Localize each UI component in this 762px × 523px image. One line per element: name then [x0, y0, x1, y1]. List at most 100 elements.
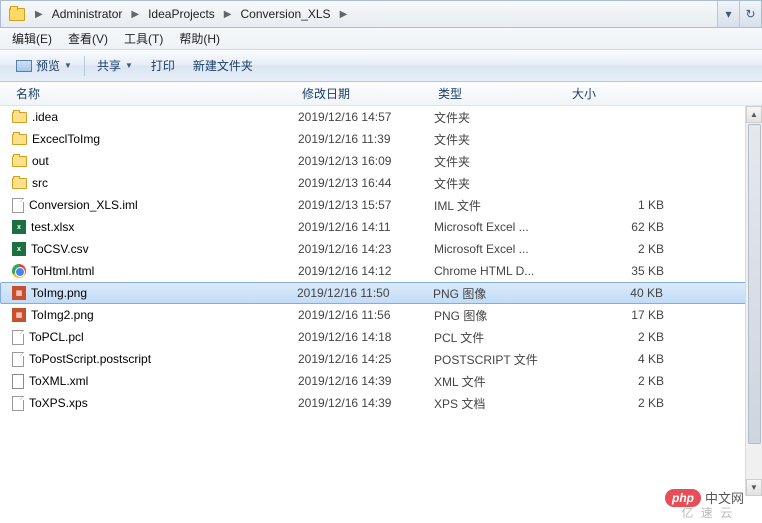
file-type-cell: XML 文件: [434, 373, 568, 390]
file-date-cell: 2019/12/16 14:25: [298, 352, 434, 366]
file-size-cell: 1 KB: [568, 198, 664, 212]
file-type-cell: Microsoft Excel ...: [434, 242, 568, 256]
file-date-cell: 2019/12/13 16:44: [298, 176, 434, 190]
file-name-cell: ToPCL.pcl: [12, 330, 298, 345]
file-type-cell: 文件夹: [434, 153, 568, 170]
chevron-right-icon[interactable]: ▶: [336, 9, 352, 20]
table-row[interactable]: Conversion_XLS.iml2019/12/13 15:57IML 文件…: [0, 194, 762, 216]
file-list[interactable]: .idea2019/12/16 14:57文件夹ExceclToImg2019/…: [0, 106, 762, 496]
folder-icon: [12, 178, 27, 189]
file-date-cell: 2019/12/16 14:11: [298, 220, 434, 234]
file-date-cell: 2019/12/16 14:23: [298, 242, 434, 256]
chevron-down-icon: ▼: [64, 61, 72, 70]
xls-icon: x: [12, 220, 26, 234]
table-row[interactable]: ToHtml.html2019/12/16 14:12Chrome HTML D…: [0, 260, 762, 282]
table-row[interactable]: .idea 2019/12/16 14:57文件夹: [0, 106, 762, 128]
file-type-cell: Microsoft Excel ...: [434, 220, 568, 234]
column-header-type[interactable]: 类型: [434, 82, 568, 105]
scroll-down-icon[interactable]: ▼: [746, 479, 762, 496]
file-name: ToPostScript.postscript: [29, 352, 151, 366]
file-name-cell: ToPostScript.postscript: [12, 352, 298, 367]
column-header-size[interactable]: 大小: [568, 82, 678, 105]
menu-view[interactable]: 查看(V): [60, 28, 116, 49]
breadcrumb-item[interactable]: Administrator: [47, 4, 128, 24]
scroll-up-icon[interactable]: ▲: [746, 106, 762, 123]
chevron-down-icon: ▼: [125, 61, 133, 70]
file-name: ToImg2.png: [31, 308, 94, 322]
file-icon: [12, 330, 24, 345]
file-name: ToHtml.html: [31, 264, 94, 278]
file-date-cell: 2019/12/16 11:50: [297, 286, 433, 300]
file-date-cell: 2019/12/13 15:57: [298, 198, 434, 212]
column-header-date[interactable]: 修改日期: [298, 82, 434, 105]
chevron-right-icon[interactable]: ▶: [220, 9, 236, 20]
column-header-row: 名称 修改日期 类型 大小: [0, 82, 762, 106]
table-row[interactable]: ▦ToImg.png2019/12/16 11:50PNG 图像40 KB: [0, 282, 762, 304]
file-icon: [12, 396, 24, 411]
chevron-right-icon[interactable]: ▶: [31, 9, 47, 20]
file-name: ToPCL.pcl: [29, 330, 84, 344]
new-folder-button[interactable]: 新建文件夹: [185, 53, 261, 78]
file-name-cell: x test.xlsx: [12, 220, 298, 234]
table-row[interactable]: ▦ToImg2.png2019/12/16 11:56PNG 图像17 KB: [0, 304, 762, 326]
xls-icon: x: [12, 242, 26, 256]
scrollbar-vertical[interactable]: ▲ ▼: [745, 106, 762, 496]
file-size-cell: 35 KB: [568, 264, 664, 278]
chevron-right-icon[interactable]: ▶: [127, 9, 143, 20]
file-name: .idea: [32, 110, 58, 124]
toolbar: 预览 ▼ 共享 ▼ 打印 新建文件夹: [0, 50, 762, 82]
scroll-thumb[interactable]: [748, 124, 761, 444]
column-header-name[interactable]: 名称: [12, 82, 298, 105]
file-date-cell: 2019/12/16 11:39: [298, 132, 434, 146]
file-type-cell: PNG 图像: [434, 307, 568, 324]
breadcrumb-item[interactable]: IdeaProjects: [143, 4, 220, 24]
table-row[interactable]: xToCSV.csv2019/12/16 14:23Microsoft Exce…: [0, 238, 762, 260]
refresh-button[interactable]: ↻: [739, 1, 761, 27]
file-size-cell: 2 KB: [568, 242, 664, 256]
menu-bar: 编辑(E) 查看(V) 工具(T) 帮助(H): [0, 28, 762, 50]
file-type-cell: Chrome HTML D...: [434, 264, 568, 278]
table-row[interactable]: ToXML.xml2019/12/16 14:39XML 文件2 KB: [0, 370, 762, 392]
file-date-cell: 2019/12/16 14:18: [298, 330, 434, 344]
table-row[interactable]: ToPCL.pcl2019/12/16 14:18PCL 文件2 KB: [0, 326, 762, 348]
separator: [84, 56, 85, 76]
breadcrumb-item[interactable]: Conversion_XLS: [236, 4, 336, 24]
preview-button[interactable]: 预览 ▼: [8, 53, 80, 78]
menu-edit[interactable]: 编辑(E): [4, 28, 60, 49]
file-type-cell: XPS 文档: [434, 395, 568, 412]
file-name-cell: ToXPS.xps: [12, 396, 298, 411]
menu-tools[interactable]: 工具(T): [116, 28, 171, 49]
file-name: test.xlsx: [31, 220, 74, 234]
file-size-cell: 62 KB: [568, 220, 664, 234]
new-folder-label: 新建文件夹: [193, 57, 253, 74]
file-type-cell: 文件夹: [434, 109, 568, 126]
table-row[interactable]: x test.xlsx 2019/12/16 14:11Microsoft Exce…: [0, 216, 762, 238]
png-icon: ▦: [12, 308, 26, 322]
share-label: 共享: [97, 57, 121, 74]
file-icon: [12, 352, 24, 367]
file-size-cell: 17 KB: [568, 308, 664, 322]
file-size-cell: 4 KB: [568, 352, 664, 366]
history-dropdown-button[interactable]: ▾: [717, 1, 739, 27]
table-row[interactable]: ToPostScript.postscript2019/12/16 14:25P…: [0, 348, 762, 370]
file-name-cell: .idea: [12, 110, 298, 124]
folder-icon: [12, 134, 27, 145]
file-date-cell: 2019/12/16 14:57: [298, 110, 434, 124]
file-name-cell: ExceclToImg: [12, 132, 298, 146]
file-name: src: [32, 176, 48, 190]
file-size-cell: 2 KB: [568, 330, 664, 344]
address-bar[interactable]: ▶ Administrator ▶ IdeaProjects ▶ Convers…: [0, 0, 762, 28]
print-button[interactable]: 打印: [143, 53, 183, 78]
table-row[interactable]: ExceclToImg2019/12/16 11:39文件夹: [0, 128, 762, 150]
table-row[interactable]: out2019/12/13 16:09文件夹: [0, 150, 762, 172]
file-name-cell: Conversion_XLS.iml: [12, 198, 298, 213]
folder-icon: [9, 8, 25, 21]
share-button[interactable]: 共享 ▼: [89, 53, 141, 78]
file-name-cell: ToXML.xml: [12, 374, 298, 389]
file-type-cell: PNG 图像: [433, 285, 567, 302]
menu-help[interactable]: 帮助(H): [171, 28, 228, 49]
file-name-cell: out: [12, 154, 298, 168]
table-row[interactable]: ToXPS.xps2019/12/16 14:39XPS 文档2 KB: [0, 392, 762, 414]
file-type-cell: 文件夹: [434, 175, 568, 192]
table-row[interactable]: src 2019/12/13 16:44文件夹: [0, 172, 762, 194]
